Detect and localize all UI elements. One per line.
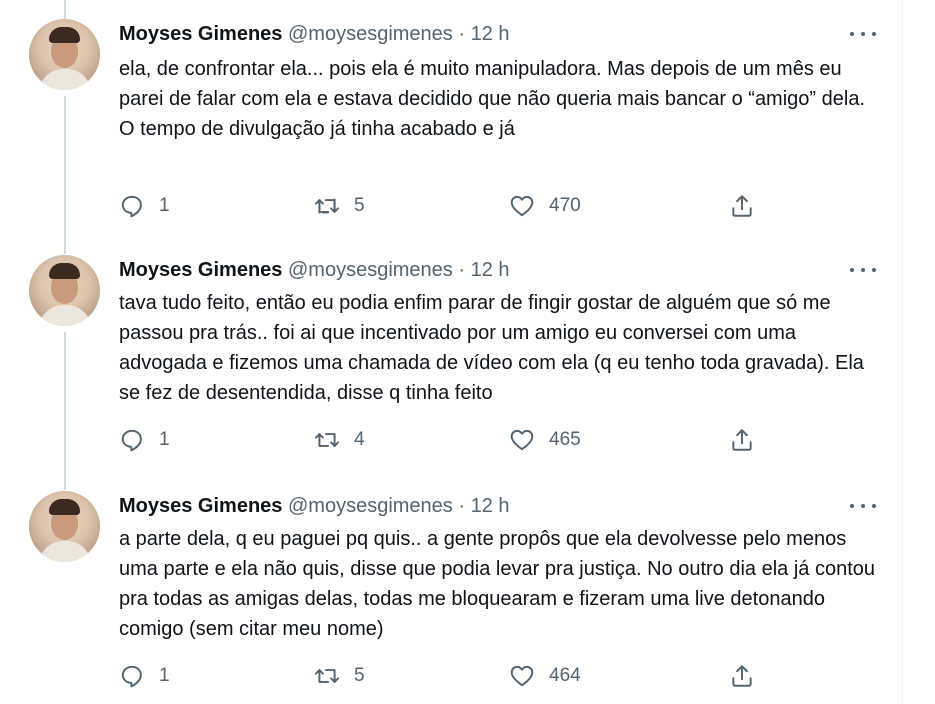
tweet-text: a parte dela, q eu paguei pq quis.. a ge… [119, 524, 879, 644]
share-button[interactable] [729, 425, 755, 455]
share-button[interactable] [729, 661, 755, 691]
heart-icon [510, 195, 534, 217]
tweet-header: Moyses Gimenes @moysesgimenes · 12 h [119, 256, 510, 284]
tweet-header: Moyses Gimenes @moysesgimenes · 12 h [119, 20, 510, 48]
share-icon [732, 429, 752, 451]
reply-icon [121, 665, 142, 688]
heart-icon [510, 665, 534, 687]
reply-button[interactable]: 1 [119, 425, 170, 455]
author-handle[interactable]: @moysesgimenes [288, 495, 453, 517]
heart-icon [510, 429, 534, 451]
avatar[interactable] [29, 255, 100, 326]
retweet-icon [314, 669, 340, 683]
tweet-actions: 1 5 470 [119, 191, 769, 221]
retweet-button[interactable]: 4 [314, 425, 365, 455]
like-count: 464 [549, 665, 581, 686]
like-button[interactable]: 470 [509, 191, 581, 221]
tweet-text-line: a parte dela, q eu paguei pq quis.. a ge… [119, 528, 876, 640]
like-button[interactable]: 464 [509, 661, 581, 691]
retweet-button[interactable]: 5 [314, 661, 365, 691]
reply-count: 1 [159, 665, 170, 686]
tweet-text-line: tava tudo feito, então eu podia enfim pa… [119, 292, 864, 404]
author-name[interactable]: Moyses Gimenes [119, 23, 282, 45]
separator-dot: · [458, 495, 466, 517]
retweet-icon [314, 198, 340, 214]
more-icon[interactable] [850, 501, 876, 511]
share-icon [732, 665, 752, 687]
tweet-text: tava tudo feito, então eu podia enfim pa… [119, 288, 879, 408]
retweet-button[interactable]: 5 [314, 191, 365, 221]
reply-count: 1 [159, 195, 170, 216]
tweet-text-line: ela, de confrontar ela... pois ela é mui… [119, 58, 865, 110]
timestamp[interactable]: 12 h [471, 259, 510, 281]
author-name[interactable]: Moyses Gimenes [119, 259, 282, 281]
author-name[interactable]: Moyses Gimenes [119, 495, 282, 517]
retweet-count: 4 [354, 429, 365, 450]
reply-icon [121, 195, 142, 218]
reply-icon [121, 429, 142, 452]
tweet[interactable]: Moyses Gimenes @moysesgimenes · 12 h a p… [0, 472, 900, 704]
tweet[interactable]: Moyses Gimenes @moysesgimenes · 12 h tav… [0, 236, 900, 472]
like-count: 470 [549, 195, 581, 216]
retweet-count: 5 [354, 195, 365, 216]
like-button[interactable]: 465 [509, 425, 581, 455]
avatar[interactable] [29, 491, 100, 562]
share-icon [732, 195, 752, 217]
tweet-actions: 1 4 465 [119, 425, 769, 455]
reply-button[interactable]: 1 [119, 661, 170, 691]
timestamp[interactable]: 12 h [471, 23, 510, 45]
avatar[interactable] [29, 19, 100, 90]
column-border [902, 0, 903, 704]
tweet-text-line: O tempo de divulgação já tinha acabado e… [119, 118, 515, 140]
separator-dot: · [458, 23, 466, 45]
tweet-actions: 1 5 464 [119, 661, 769, 691]
reply-button[interactable]: 1 [119, 191, 170, 221]
more-icon[interactable] [850, 265, 876, 275]
share-button[interactable] [729, 191, 755, 221]
more-icon[interactable] [850, 29, 876, 39]
reply-count: 1 [159, 429, 170, 450]
retweet-count: 5 [354, 665, 365, 686]
separator-dot: · [458, 259, 466, 281]
timestamp[interactable]: 12 h [471, 495, 510, 517]
tweet-text: ela, de confrontar ela... pois ela é mui… [119, 54, 879, 144]
tweet-header: Moyses Gimenes @moysesgimenes · 12 h [119, 492, 510, 520]
tweet[interactable]: Moyses Gimenes @moysesgimenes · 12 h ela… [0, 0, 900, 240]
like-count: 465 [549, 429, 581, 450]
author-handle[interactable]: @moysesgimenes [288, 23, 453, 45]
retweet-icon [314, 433, 340, 447]
author-handle[interactable]: @moysesgimenes [288, 259, 453, 281]
